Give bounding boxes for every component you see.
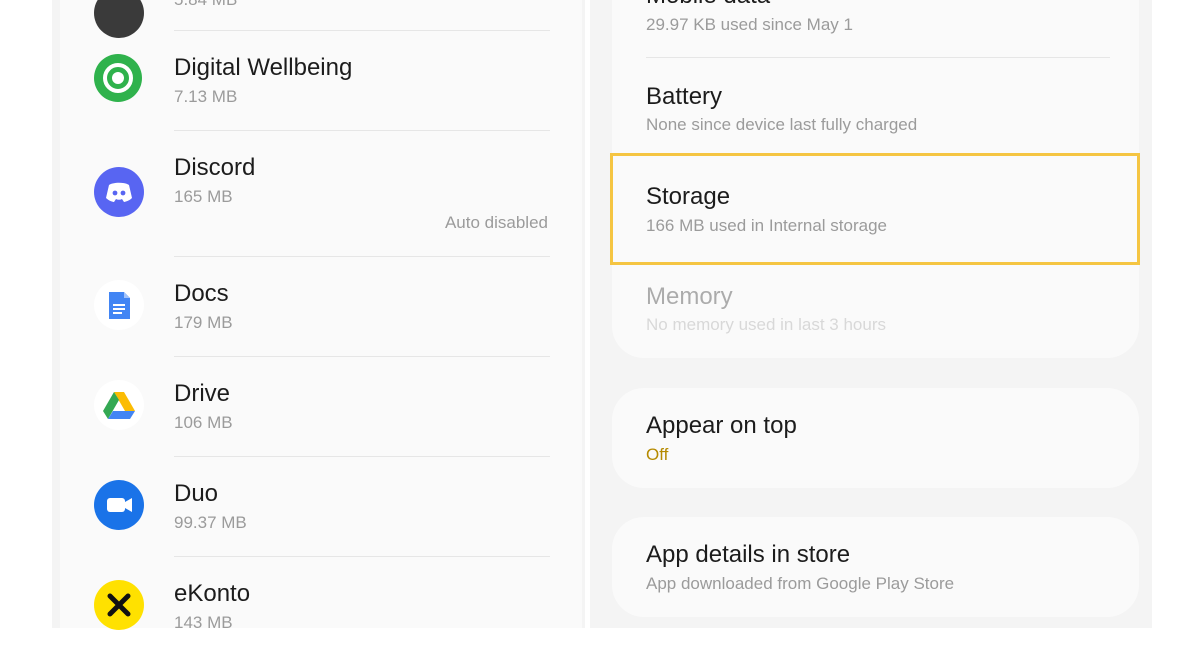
app-size: 179 MB xyxy=(174,313,233,332)
app-name: eKonto xyxy=(174,580,251,607)
app-size: 7.13 MB xyxy=(174,87,238,106)
item-subtitle: 166 MB used in Internal storage xyxy=(646,216,887,235)
digital-wellbeing-icon xyxy=(94,54,142,102)
app-name: Docs xyxy=(174,280,229,307)
item-title: Appear on top xyxy=(646,412,797,439)
item-subtitle: 29.97 KB used since May 1 xyxy=(646,15,853,34)
discord-icon xyxy=(94,167,144,217)
status-value: Off xyxy=(646,445,669,464)
item-title: Storage xyxy=(646,183,731,210)
app-name: Duo xyxy=(174,480,219,507)
app-name: Digital Wellbeing xyxy=(174,54,353,81)
list-item[interactable]: eKonto 143 MB xyxy=(60,556,582,656)
app-details-card[interactable]: App details in store App downloaded from… xyxy=(612,517,1139,617)
drive-icon xyxy=(94,380,144,430)
app-list: 5.84 MB Digital Wellbeing 7.13 MB Discor… xyxy=(60,0,582,632)
item-title: App details in store xyxy=(646,541,851,568)
item-title: Mobile data xyxy=(646,0,770,10)
app-name: Discord xyxy=(174,154,256,181)
item-subtitle: No memory used in last 3 hours xyxy=(646,315,886,334)
status-note: Auto disabled xyxy=(444,213,548,232)
item-title: Memory xyxy=(646,283,733,310)
list-item[interactable]: Docs 179 MB xyxy=(60,256,582,356)
divider xyxy=(646,57,1110,58)
duo-icon xyxy=(94,480,144,530)
app-size: 99.37 MB xyxy=(174,513,247,532)
docs-icon xyxy=(94,280,144,330)
list-item[interactable]: Drive 106 MB xyxy=(60,356,582,456)
item-subtitle: App downloaded from Google Play Store xyxy=(646,574,955,593)
list-item[interactable]: Discord 165 MB Auto disabled xyxy=(60,130,582,256)
item-title: Battery xyxy=(646,83,723,110)
app-size: 165 MB xyxy=(174,187,233,206)
list-item[interactable]: Duo 99.37 MB xyxy=(60,456,582,556)
appear-on-top-card[interactable]: Appear on top Off xyxy=(612,388,1139,488)
storage-item[interactable]: Storage 166 MB used in Internal storage xyxy=(610,153,1140,265)
app-size: 106 MB xyxy=(174,413,233,432)
app-size: 5.84 MB xyxy=(174,0,237,10)
ekonto-icon xyxy=(94,580,144,630)
app-size: 143 MB xyxy=(174,613,233,632)
item-subtitle: None since device last fully charged xyxy=(646,115,918,134)
list-item[interactable]: Digital Wellbeing 7.13 MB xyxy=(60,30,582,130)
app-name: Drive xyxy=(174,380,231,407)
